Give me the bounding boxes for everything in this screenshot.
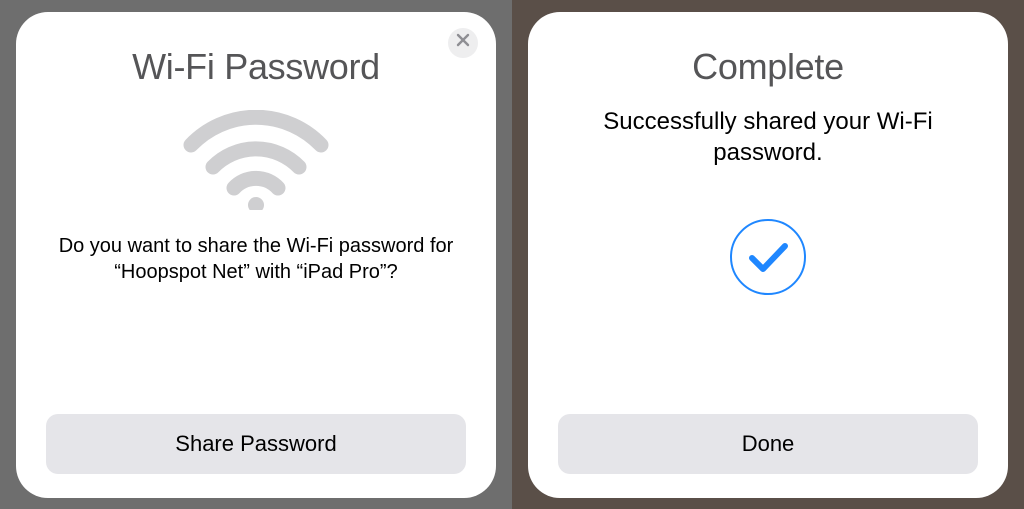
prompt-body-text: Do you want to share the Wi-Fi password … <box>56 233 456 285</box>
prompt-title: Wi-Fi Password <box>132 46 380 88</box>
close-icon <box>456 33 470 52</box>
complete-title: Complete <box>692 46 844 88</box>
done-button[interactable]: Done <box>558 414 978 474</box>
close-button[interactable] <box>448 28 478 58</box>
wifi-icon <box>181 88 331 215</box>
complete-body-text: Successfully shared your Wi-Fi password. <box>568 106 968 168</box>
wifi-share-prompt-panel: Wi-Fi Password Do you want to share the … <box>0 0 512 509</box>
wifi-share-prompt-card: Wi-Fi Password Do you want to share the … <box>16 12 496 498</box>
wifi-share-complete-panel: Complete Successfully shared your Wi-Fi … <box>512 0 1024 509</box>
wifi-share-complete-card: Complete Successfully shared your Wi-Fi … <box>528 12 1008 498</box>
share-password-button[interactable]: Share Password <box>46 414 466 474</box>
checkmark-circle-icon <box>729 168 807 301</box>
